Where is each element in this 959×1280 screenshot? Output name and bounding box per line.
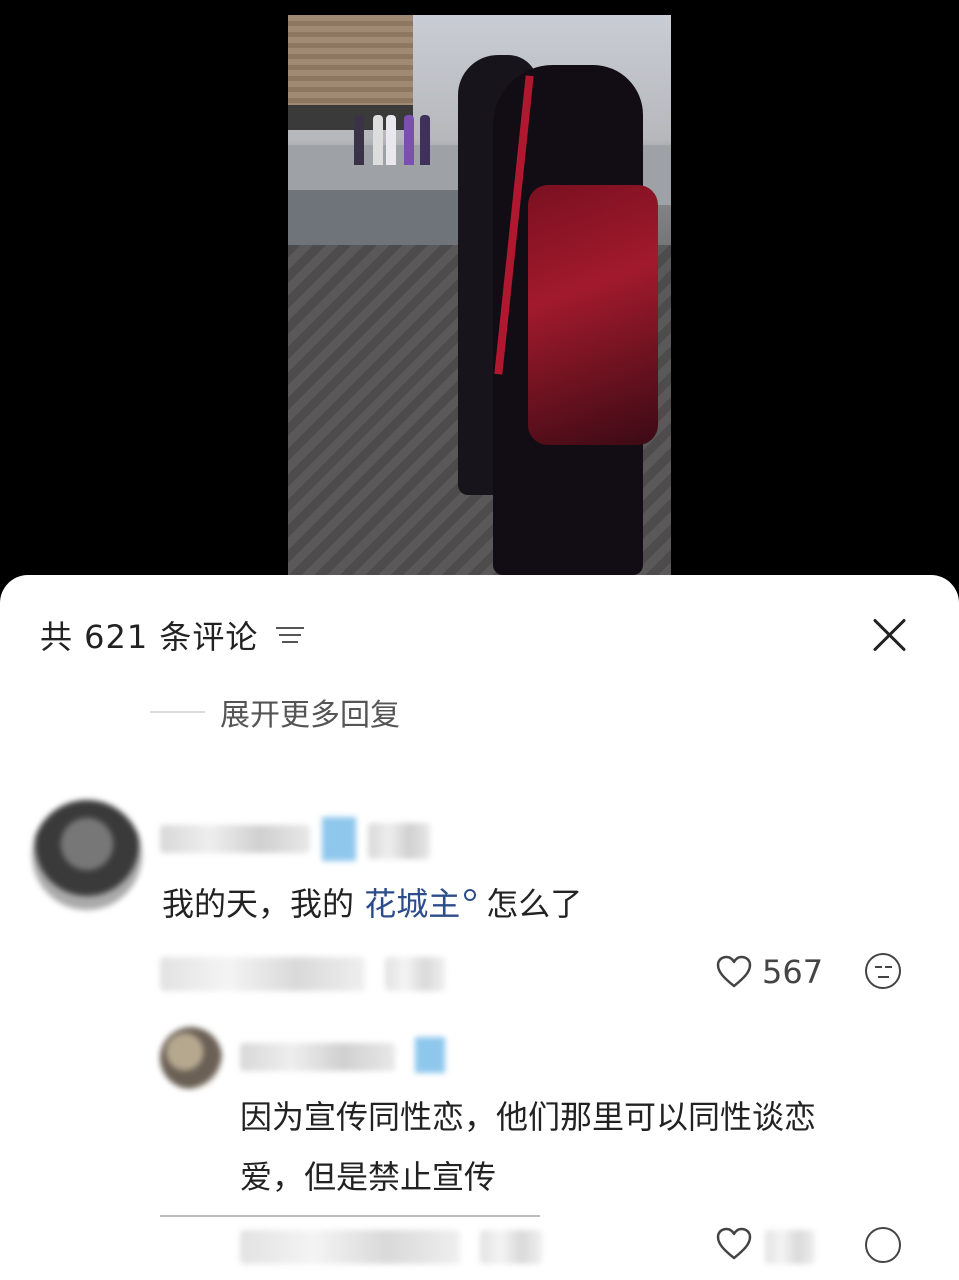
vip-badge-blurred <box>322 817 356 861</box>
reply-avatar[interactable] <box>160 1027 222 1089</box>
video-player[interactable] <box>0 0 959 580</box>
comment-meta-blurred <box>160 957 365 991</box>
comment-text: 我的天，我的 花城主 怎么了 <box>162 875 582 933</box>
reply-meta-blurred <box>240 1230 460 1264</box>
comment-text-suffix: 怎么了 <box>486 885 583 923</box>
expand-more-replies[interactable]: 展开更多回复 <box>150 690 400 734</box>
reply-like-count-blurred <box>765 1230 815 1264</box>
reply-vip-badge-blurred <box>415 1037 445 1073</box>
sort-lines-icon[interactable] <box>276 625 306 645</box>
crowd-figure <box>386 115 396 165</box>
badge-blurred <box>368 823 430 859</box>
divider <box>150 711 205 713</box>
reply-reply-button-blurred[interactable] <box>480 1230 542 1264</box>
cosplayer-red-costume <box>528 185 658 445</box>
close-icon[interactable] <box>869 615 909 655</box>
crowd-figure <box>404 115 414 165</box>
comments-sheet: 共 621 条评论 展开更多回复 我的天，我的 花城主 怎么了 567 因为宣传同… <box>0 575 959 1280</box>
search-link[interactable]: 花城主 <box>364 885 460 923</box>
comment-text-prefix: 我的天，我的 <box>162 885 365 923</box>
like-count: 567 <box>762 953 824 991</box>
expand-more-replies-label: 展开更多回复 <box>220 698 400 733</box>
reply-underline <box>160 1215 540 1217</box>
search-icon[interactable] <box>464 889 477 901</box>
reply-text-line1: 因为宣传同性恋，他们那里可以同性谈恋 <box>240 1098 817 1136</box>
like-button[interactable]: 567 <box>716 953 823 991</box>
crowd-figure <box>373 115 383 165</box>
reply-like-button[interactable] <box>716 1227 752 1261</box>
avatar[interactable] <box>32 800 142 910</box>
reply-username-blurred[interactable] <box>240 1043 395 1071</box>
reply-button-blurred[interactable] <box>385 957 445 991</box>
emoji-icon[interactable] <box>865 953 901 989</box>
emoji-icon[interactable] <box>865 1227 901 1263</box>
heart-icon <box>716 1227 752 1260</box>
crowd-figure <box>420 115 430 165</box>
crowd-figure <box>354 115 364 165</box>
heart-icon <box>716 955 752 988</box>
username-blurred[interactable] <box>160 825 310 853</box>
video-frame[interactable] <box>288 15 671 575</box>
comment-count: 共 621 条评论 <box>40 618 259 656</box>
reply-text-line2: 爱，但是禁止宣传 <box>240 1158 497 1196</box>
comments-header: 共 621 条评论 <box>40 615 919 656</box>
